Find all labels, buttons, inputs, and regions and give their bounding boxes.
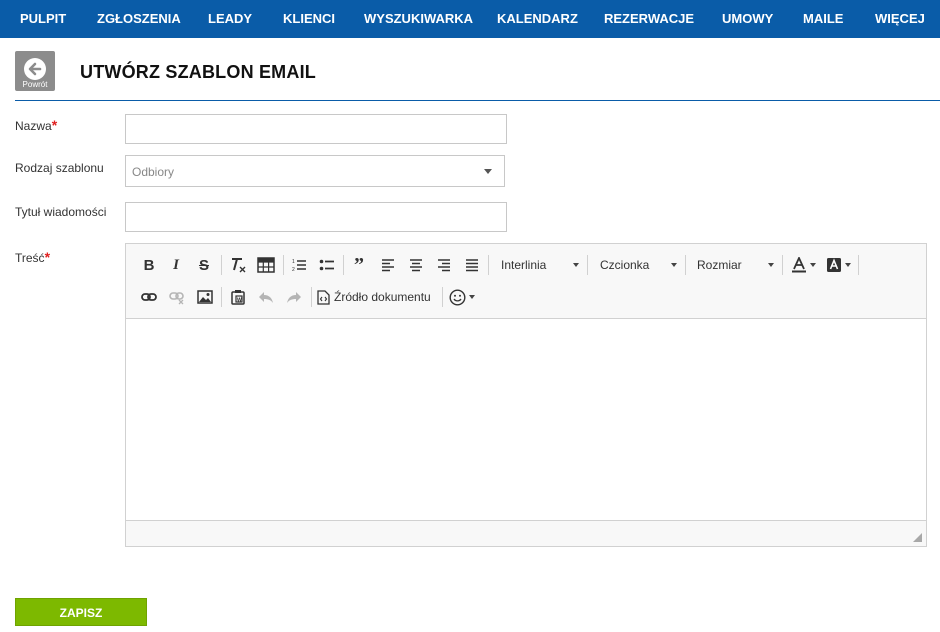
nav-item-maile[interactable]: MAILE xyxy=(803,0,843,38)
table-icon[interactable] xyxy=(254,254,278,276)
font-dropdown[interactable]: Czcionka xyxy=(600,254,677,276)
toolbar-separator xyxy=(685,255,686,275)
svg-text:1: 1 xyxy=(292,259,295,265)
font-size-label: Rozmiar xyxy=(697,258,742,272)
align-left-icon[interactable] xyxy=(376,254,400,276)
unlink-icon[interactable] xyxy=(165,286,189,308)
text-color-icon[interactable] xyxy=(788,254,818,276)
strikethrough-icon[interactable]: S xyxy=(193,254,215,276)
chevron-down-icon xyxy=(768,263,774,267)
toolbar-separator xyxy=(587,255,588,275)
justify-icon[interactable] xyxy=(460,254,484,276)
image-icon[interactable] xyxy=(193,286,217,308)
undo-icon[interactable] xyxy=(254,286,278,308)
font-label: Czcionka xyxy=(600,258,650,272)
name-label-text: Nazwa xyxy=(15,119,52,133)
link-icon[interactable] xyxy=(137,286,161,308)
paste-word-icon[interactable]: W xyxy=(226,286,250,308)
chevron-down-icon xyxy=(573,263,579,267)
svg-text:W: W xyxy=(237,297,242,303)
required-mark: * xyxy=(51,117,58,133)
svg-text:2: 2 xyxy=(292,267,295,273)
top-nav: PULPIT ZGŁOSZENIA LEADY KLIENCI WYSZUKIW… xyxy=(0,0,940,38)
line-height-dropdown[interactable]: Interlinia xyxy=(501,254,579,276)
content-label: Treść* xyxy=(15,249,50,265)
back-button[interactable]: Powrót xyxy=(15,51,55,91)
nav-item-kalendarz[interactable]: KALENDARZ xyxy=(497,0,578,38)
subject-input[interactable] xyxy=(125,202,507,232)
toolbar-separator xyxy=(858,255,859,275)
italic-icon[interactable]: I xyxy=(165,254,187,276)
toolbar-separator xyxy=(221,255,222,275)
nav-item-rezerwacje[interactable]: REZERWACJE xyxy=(604,0,694,38)
editor-status-bar xyxy=(126,520,926,546)
font-size-dropdown[interactable]: Rozmiar xyxy=(697,254,774,276)
name-input[interactable] xyxy=(125,114,507,144)
chevron-down-icon xyxy=(484,169,492,174)
align-right-icon[interactable] xyxy=(432,254,456,276)
template-type-label: Rodzaj szablonu xyxy=(15,161,104,175)
resize-handle-icon[interactable] xyxy=(913,533,922,542)
editor-content-area[interactable] xyxy=(126,320,926,519)
emoji-icon[interactable] xyxy=(447,286,477,308)
template-type-select[interactable]: Odbiory xyxy=(125,155,505,187)
blockquote-icon[interactable]: ” xyxy=(347,254,371,276)
page-title: UTWÓRZ SZABLON EMAIL xyxy=(80,62,316,82)
nav-item-wyszukiwarka[interactable]: WYSZUKIWARKA xyxy=(364,0,473,38)
bulleted-list-icon[interactable] xyxy=(315,254,339,276)
rich-text-editor: B I S 12 ” Interlinia Czcionka Rozmiar W… xyxy=(125,243,927,547)
remove-format-icon[interactable] xyxy=(226,254,250,276)
nav-item-wiecej[interactable]: WIĘCEJ xyxy=(875,0,925,38)
back-label: Powrót xyxy=(22,80,48,89)
background-color-icon[interactable] xyxy=(823,254,853,276)
name-label: Nazwa* xyxy=(15,117,57,133)
toolbar-separator xyxy=(343,255,344,275)
nav-item-pulpit[interactable]: PULPIT xyxy=(20,0,66,38)
toolbar-separator xyxy=(488,255,489,275)
subject-label: Tytuł wiadomości xyxy=(15,205,107,219)
numbered-list-icon[interactable]: 12 xyxy=(287,254,311,276)
toolbar-separator xyxy=(283,255,284,275)
nav-item-klienci[interactable]: KLIENCI xyxy=(283,0,335,38)
editor-toolbar: B I S 12 ” Interlinia Czcionka Rozmiar W… xyxy=(126,244,926,319)
source-icon xyxy=(317,289,330,305)
align-center-icon[interactable] xyxy=(404,254,428,276)
nav-item-umowy[interactable]: UMOWY xyxy=(722,0,773,38)
line-height-label: Interlinia xyxy=(501,258,547,272)
source-label: Źródło dokumentu xyxy=(334,290,431,304)
chevron-down-icon xyxy=(671,263,677,267)
save-button[interactable]: ZAPISZ xyxy=(15,598,147,626)
bold-icon[interactable]: B xyxy=(138,254,160,276)
arrow-left-icon xyxy=(24,58,46,80)
redo-icon[interactable] xyxy=(282,286,306,308)
template-type-value: Odbiory xyxy=(132,165,175,179)
content-label-text: Treść xyxy=(15,251,45,265)
nav-item-zgloszenia[interactable]: ZGŁOSZENIA xyxy=(97,0,181,38)
toolbar-separator xyxy=(782,255,783,275)
required-mark: * xyxy=(44,249,51,265)
source-button[interactable]: Źródło dokumentu xyxy=(317,286,439,308)
toolbar-separator xyxy=(311,287,312,307)
toolbar-separator xyxy=(221,287,222,307)
toolbar-separator xyxy=(442,287,443,307)
nav-item-leady[interactable]: LEADY xyxy=(208,0,252,38)
header-divider xyxy=(15,100,940,101)
